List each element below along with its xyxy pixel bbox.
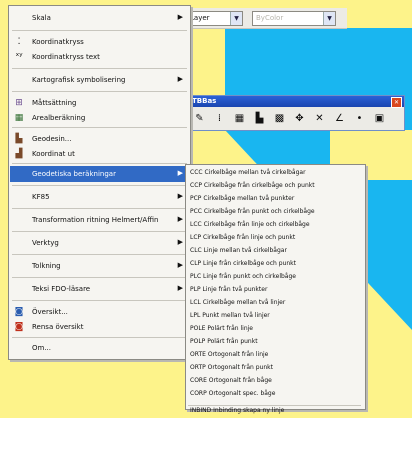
menu-separator (12, 277, 187, 278)
measure-icon[interactable]: ▦ (231, 111, 248, 127)
chevron-down-icon[interactable]: ▼ (323, 12, 335, 25)
pan-icon[interactable]: ✥ (291, 111, 308, 127)
clear-overview-icon: ◙ (14, 322, 24, 332)
teksi-context-menu: Skala ▶ ⁚ Koordinatkryss ˣʸ Koordinatkry… (8, 5, 191, 360)
color-combo-value: ByColor (256, 14, 284, 22)
submenu-item-plp[interactable]: PLP Linje från två punkter (190, 286, 267, 293)
cross-points-icon: ⁚ (17, 37, 21, 47)
geodetiska-submenu: CCC Cirkelbåge mellan två cirkelbågar CC… (185, 164, 366, 414)
menu-item-verktyg[interactable]: Verktyg ▶ (10, 235, 189, 251)
submenu-item-clc[interactable]: CLC Linje mellan två cirkelbågar (190, 247, 287, 254)
submenu-item-ccp[interactable]: CCP Cirkelbåge från cirkelbåge och punkt (190, 182, 315, 189)
close-icon[interactable]: ✕ (391, 97, 402, 108)
submenu-item-lcc[interactable]: LCC Cirkelbåge från linje och cirkelbåge (190, 221, 310, 228)
chevron-right-icon: ▶ (177, 75, 183, 83)
menu-separator (188, 405, 361, 406)
xy-text-icon: ˣʸ (15, 52, 23, 62)
menu-separator (12, 163, 187, 164)
tbbas-toolbar: TBBas ✕ ✎ ⁞ ▦ ▙ ▩ ✥ ✕ ∠ • ▣ (188, 95, 405, 131)
menu-separator (12, 300, 187, 301)
geodesy-icon: ▙ (15, 134, 23, 144)
menu-item-koordinatkryss[interactable]: ⁚ Koordinatkryss (10, 34, 189, 50)
menu-item-mattsattning[interactable]: ⊞ Måttsättning (10, 95, 189, 111)
chevron-right-icon: ▶ (177, 238, 183, 246)
layer-combo[interactable]: Layer ▼ (186, 11, 243, 26)
overview-icon: ◙ (14, 307, 24, 317)
area-icon: ▦ (14, 113, 24, 123)
layer-combo-value: Layer (190, 14, 210, 22)
submenu-item-pcp[interactable]: PCP Cirkelbåge mellan två punkter (190, 195, 294, 202)
chevron-right-icon: ▶ (177, 284, 183, 292)
chevron-right-icon: ▶ (177, 169, 183, 177)
chevron-right-icon: ▶ (177, 215, 183, 223)
submenu-item-inbind[interactable]: INBIND Inbinding skapa ny linje (190, 407, 284, 414)
submenu-item-lcp[interactable]: LCP Cirkelbåge från linje och punkt (190, 234, 295, 241)
menu-item-koordinat-ut[interactable]: ▟ Koordinat ut (10, 146, 189, 162)
image-icon[interactable]: ▣ (371, 111, 388, 127)
submenu-item-lcl[interactable]: LCL Cirkelbåge mellan två linjer (190, 299, 285, 306)
dimension-icon: ⊞ (15, 98, 23, 108)
submenu-item-pole[interactable]: POLE Polärt från linje (190, 325, 253, 332)
submenu-item-ccc[interactable]: CCC Cirkelbåge mellan två cirkelbågar (190, 169, 306, 176)
menu-separator (12, 68, 187, 69)
angle-icon[interactable]: ∠ (331, 111, 348, 127)
submenu-item-orte[interactable]: ORTE Ortogonalt från linje (190, 351, 268, 358)
submenu-item-plc[interactable]: PLC Linje från punkt och cirkelbåge (190, 273, 296, 280)
menu-separator (12, 185, 187, 186)
chevron-right-icon: ▶ (177, 13, 183, 21)
menu-separator (12, 30, 187, 31)
menu-item-arealberakning[interactable]: ▦ Arealberäkning (10, 110, 189, 126)
properties-toolbar: Layer ▼ ByColor ▼ (182, 8, 347, 29)
menu-item-transformation[interactable]: Transformation ritning Helmert/Affin ▶ (10, 212, 189, 228)
menu-separator (12, 127, 187, 128)
submenu-item-core[interactable]: CORE Ortogonalt från båge (190, 377, 272, 384)
menu-separator (12, 254, 187, 255)
menu-item-rensa-oversikt[interactable]: ◙ Rensa översikt (10, 319, 189, 335)
coordinate-icon[interactable]: ⁞ (211, 111, 228, 127)
submenu-item-clp[interactable]: CLP Linje från cirkelbåge och punkt (190, 260, 296, 267)
menu-separator (12, 231, 187, 232)
menu-item-skala[interactable]: Skala ▶ (10, 10, 189, 26)
menu-separator (12, 208, 187, 209)
menu-item-koordinatkryss-text[interactable]: ˣʸ Koordinatkryss text (10, 49, 189, 65)
chevron-right-icon: ▶ (177, 192, 183, 200)
submenu-item-pcc[interactable]: PCC Cirkelbåge från punkt och cirkelbåge (190, 208, 315, 215)
menu-item-kartografisk-symbolisering[interactable]: Kartografisk symbolisering ▶ (10, 72, 189, 88)
menu-item-teksi-fdo-lasare[interactable]: Teksi FDO-läsare ▶ (10, 281, 189, 297)
chevron-right-icon: ▶ (177, 261, 183, 269)
coordinate-out-icon: ▟ (15, 149, 23, 159)
pencil-icon[interactable]: ✎ (191, 111, 208, 127)
building-icon[interactable]: ▙ (251, 111, 268, 127)
tbbas-titlebar[interactable]: TBBas ✕ (189, 96, 404, 108)
tbbas-title: TBBas (192, 97, 217, 105)
menu-separator (12, 91, 187, 92)
menu-item-geodesin[interactable]: ▙ Geodesin... (10, 131, 189, 147)
grid-icon[interactable]: ▩ (271, 111, 288, 127)
menu-item-kf85[interactable]: KF85 ▶ (10, 189, 189, 205)
submenu-item-polp[interactable]: POLP Polärt från punkt (190, 338, 258, 345)
submenu-item-corp[interactable]: CORP Ortogonalt spec. båge (190, 390, 275, 397)
color-combo[interactable]: ByColor ▼ (252, 11, 336, 26)
chevron-down-icon[interactable]: ▼ (230, 12, 242, 25)
menu-separator (12, 337, 187, 338)
menu-item-geodetiska-berakningar[interactable]: Geodetiska beräkningar ▶ (10, 166, 189, 182)
cross-icon[interactable]: ✕ (311, 111, 328, 127)
submenu-item-lpl[interactable]: LPL Punkt mellan två linjer (190, 312, 270, 319)
menu-item-oversikt[interactable]: ◙ Översikt... (10, 304, 189, 320)
menu-item-om[interactable]: Om... (10, 340, 189, 356)
drawing-white-strip (0, 418, 412, 453)
menu-item-tolkning[interactable]: Tolkning ▶ (10, 258, 189, 274)
point-icon[interactable]: • (351, 111, 368, 127)
submenu-item-ortp[interactable]: ORTP Ortogonalt från punkt (190, 364, 273, 371)
